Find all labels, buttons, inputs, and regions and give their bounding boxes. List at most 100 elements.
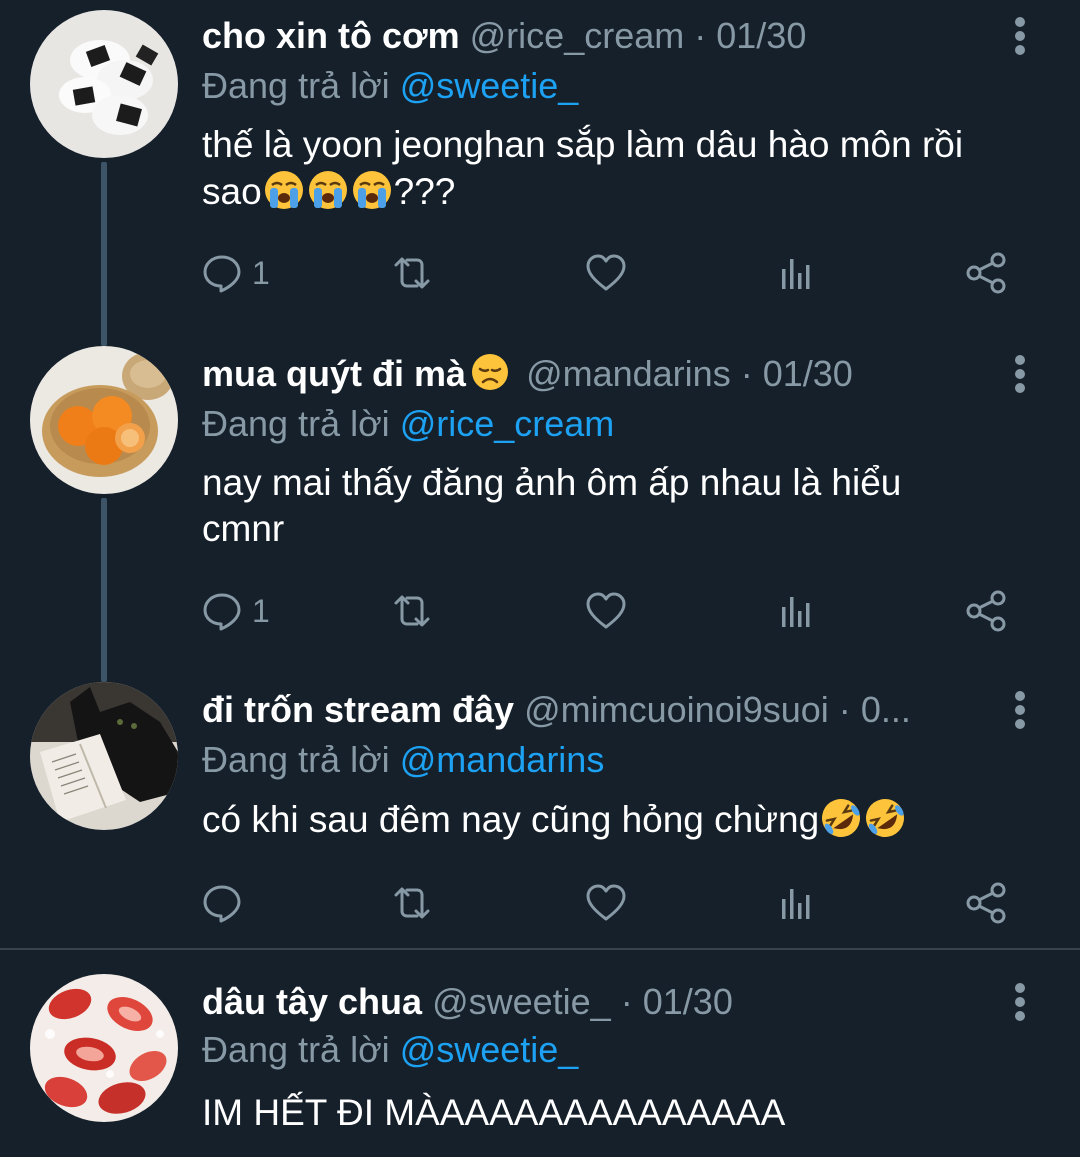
reply-count: 1 bbox=[252, 592, 270, 629]
heart-icon bbox=[586, 254, 626, 291]
retweet-button[interactable] bbox=[390, 586, 434, 636]
more-icon[interactable] bbox=[1006, 354, 1034, 394]
thread-line bbox=[101, 162, 107, 342]
reply-icon bbox=[203, 255, 241, 293]
loudly-crying-face-icon bbox=[352, 171, 391, 209]
username[interactable]: @mandarins bbox=[526, 353, 731, 394]
reply-button[interactable]: 1 bbox=[200, 586, 270, 636]
mention-link[interactable]: @sweetie_ bbox=[400, 1029, 579, 1070]
display-name[interactable]: mua quýt đi mà bbox=[202, 353, 466, 394]
analytics-button[interactable] bbox=[774, 878, 818, 928]
avatar-black-cat[interactable] bbox=[30, 682, 178, 830]
retweet-button[interactable] bbox=[390, 248, 434, 298]
retweet-button[interactable] bbox=[390, 878, 434, 928]
separator-dot: · bbox=[694, 15, 707, 56]
more-icon[interactable] bbox=[1006, 16, 1034, 56]
reply-icon bbox=[203, 885, 241, 923]
tweet[interactable]: cho xin tô cơm @rice_cream · 01/30 Đang … bbox=[0, 0, 1080, 342]
separator-dot: · bbox=[838, 689, 851, 730]
tweet-text: IM HẾT ĐI MÀAAAAAAAAAAAAAA bbox=[202, 1090, 1042, 1136]
username[interactable]: @rice_cream bbox=[470, 15, 685, 56]
retweet-icon bbox=[394, 595, 430, 627]
analytics-icon bbox=[782, 259, 810, 289]
onigiri-avatar-image bbox=[30, 10, 178, 158]
tweet-text-line: thế là yoon jeonghan sắp làm dâu hào môn… bbox=[202, 124, 964, 165]
display-name[interactable]: dâu tây chua bbox=[202, 981, 422, 1022]
loudly-crying-face-icon bbox=[264, 171, 303, 209]
analytics-icon bbox=[782, 597, 810, 627]
tweet-text-line: có khi sau đêm nay cũng hỏng chừng bbox=[202, 799, 820, 840]
reply-icon bbox=[203, 593, 241, 631]
mention-link[interactable]: @mandarins bbox=[400, 739, 605, 780]
separator-dot: · bbox=[740, 353, 753, 394]
tweet-actions bbox=[200, 878, 1030, 928]
tweet-date[interactable]: 01/30 bbox=[643, 981, 733, 1022]
tweet[interactable]: đi trốn stream đây @mimcuoinoi9suoi · 0.… bbox=[0, 672, 1080, 948]
share-icon bbox=[966, 252, 1006, 294]
avatar-strawberries[interactable] bbox=[30, 974, 178, 1122]
tweet-actions: 1 bbox=[200, 586, 1030, 636]
username[interactable]: @mimcuoinoi9suoi bbox=[524, 689, 829, 730]
retweet-icon bbox=[394, 257, 430, 289]
disappointed-face-icon bbox=[472, 354, 509, 390]
reply-button[interactable] bbox=[200, 878, 252, 928]
analytics-button[interactable] bbox=[774, 586, 818, 636]
heart-icon bbox=[586, 884, 626, 921]
like-button[interactable] bbox=[584, 878, 628, 928]
mention-link[interactable]: @rice_cream bbox=[400, 403, 615, 444]
tweet-text: có khi sau đêm nay cũng hỏng chừng bbox=[202, 796, 1042, 843]
reply-count: 1 bbox=[252, 254, 270, 291]
like-button[interactable] bbox=[584, 248, 628, 298]
mandarin-avatar-image bbox=[30, 346, 178, 494]
display-name[interactable]: đi trốn stream đây bbox=[202, 689, 514, 730]
display-name[interactable]: cho xin tô cơm bbox=[202, 15, 460, 56]
share-button[interactable] bbox=[964, 248, 1008, 298]
replying-to: Đang trả lời @sweetie_ bbox=[202, 1028, 578, 1072]
reply-button[interactable]: 1 bbox=[200, 248, 270, 298]
heart-icon bbox=[586, 592, 626, 629]
avatar-onigiri[interactable] bbox=[30, 10, 178, 158]
tweet-text: thế là yoon jeonghan sắp làm dâu hào môn… bbox=[202, 122, 1042, 215]
replying-to: Đang trả lời @sweetie_ bbox=[202, 64, 578, 108]
tweet-text-suffix: ??? bbox=[393, 171, 456, 212]
rolling-on-floor-laughing-icon bbox=[866, 799, 905, 837]
username[interactable]: @sweetie_ bbox=[432, 981, 611, 1022]
tweet-divider bbox=[0, 948, 1080, 950]
tweet[interactable]: dâu tây chua @sweetie_ · 01/30 Đang trả … bbox=[0, 962, 1080, 1157]
more-icon[interactable] bbox=[1006, 982, 1034, 1022]
like-button[interactable] bbox=[584, 586, 628, 636]
tweet-date[interactable]: 01/30 bbox=[763, 353, 853, 394]
tweet[interactable]: mua quýt đi mà @mandarins · 01/30 Đang t… bbox=[0, 336, 1080, 678]
replying-to-label: Đang trả lời bbox=[202, 403, 390, 444]
share-icon bbox=[966, 882, 1006, 924]
separator-dot: · bbox=[620, 981, 633, 1022]
thread-line bbox=[101, 498, 107, 678]
tweet-header: đi trốn stream đây @mimcuoinoi9suoi · 0.… bbox=[202, 688, 992, 732]
replying-to: Đang trả lời @rice_cream bbox=[202, 402, 614, 446]
replying-to-label: Đang trả lời bbox=[202, 65, 390, 106]
mention-link[interactable]: @sweetie_ bbox=[400, 65, 579, 106]
share-button[interactable] bbox=[964, 586, 1008, 636]
share-icon bbox=[966, 590, 1006, 632]
analytics-button[interactable] bbox=[774, 248, 818, 298]
retweet-icon bbox=[394, 887, 430, 919]
tweet-header: dâu tây chua @sweetie_ · 01/30 bbox=[202, 980, 992, 1024]
replying-to-label: Đang trả lời bbox=[202, 1029, 390, 1070]
tweet-text-line: cmnr bbox=[202, 508, 285, 549]
loudly-crying-face-icon bbox=[308, 171, 347, 209]
more-icon[interactable] bbox=[1006, 690, 1034, 730]
replying-to: Đang trả lời @mandarins bbox=[202, 738, 604, 782]
tweet-text-line: sao bbox=[202, 171, 262, 212]
tweet-header: mua quýt đi mà @mandarins · 01/30 bbox=[202, 352, 992, 396]
avatar-mandarins[interactable] bbox=[30, 346, 178, 494]
tweet-text-line: IM HẾT ĐI MÀAAAAAAAAAAAAAA bbox=[202, 1092, 786, 1133]
tweet-header: cho xin tô cơm @rice_cream · 01/30 bbox=[202, 14, 992, 58]
tweet-actions: 1 bbox=[200, 248, 1030, 298]
strawberry-avatar-image bbox=[30, 974, 178, 1122]
tweet-date[interactable]: 0... bbox=[861, 689, 911, 730]
cat-avatar-image bbox=[30, 682, 178, 830]
share-button[interactable] bbox=[964, 878, 1008, 928]
analytics-icon bbox=[782, 889, 810, 919]
tweet-date[interactable]: 01/30 bbox=[716, 15, 806, 56]
tweet-text: nay mai thấy đăng ảnh ôm ấp nhau là hiểu… bbox=[202, 460, 1042, 552]
